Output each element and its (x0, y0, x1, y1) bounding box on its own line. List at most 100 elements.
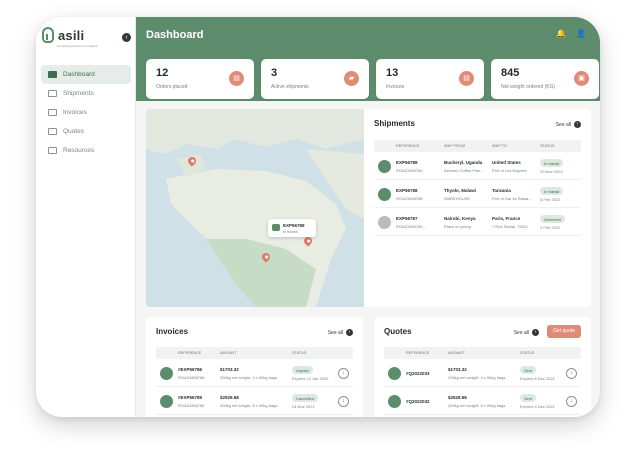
download-icon[interactable]: ↓ (566, 368, 577, 379)
shipments-see-all-link[interactable]: See all › (556, 121, 581, 128)
status-date: Expires 6 Dec 2021 (520, 376, 555, 381)
sidebar-item-resources[interactable]: Resources (41, 141, 131, 160)
sidebar-item-dashboard[interactable]: Dashboard (41, 65, 131, 84)
shipments-map[interactable]: EXP56789 In transit (146, 109, 364, 307)
table-row[interactable]: #Q2022032 $2929.58 400kg net weight, 8 x… (384, 389, 581, 415)
invoices-title: Invoices (156, 327, 189, 336)
ship-to: Paris, France (492, 216, 521, 221)
status-date: 24 Nov 2021 (292, 404, 315, 409)
status-date: 2 Feb 2022 (540, 225, 561, 230)
column-header: STATUS (520, 351, 535, 355)
invoices-panel: Invoices See all › REFERENCE AMOUNT STAT… (146, 317, 363, 417)
invoice-icon: ▤ (459, 71, 474, 86)
quote-detail: 235kg net weight, 4 x 50kg bags (448, 375, 506, 380)
invoice-detail: 400kg net weight, 8 x 50kg bags (220, 403, 278, 408)
column-header: STATUS (292, 351, 307, 355)
stat-card-shipments: 3 Active shipments ▰ (261, 59, 369, 99)
stat-card-orders: 12 Orders placed ▤ (146, 59, 254, 99)
coffee-icon (388, 395, 401, 408)
collapse-sidebar-button[interactable]: ‹ (122, 33, 131, 42)
status-date: 20 Nov 2022 (540, 169, 563, 174)
stat-value: 3 (271, 67, 278, 79)
status-badge: Sent (520, 366, 537, 374)
shipment-subref: ROA23456789... (396, 224, 426, 229)
sidebar-nav: Dashboard Shipments Invoices Quotes Reso… (41, 65, 131, 160)
sidebar-item-label: Dashboard (63, 71, 95, 78)
status-badge: In transit (540, 187, 564, 195)
app-name: asili (58, 27, 85, 43)
user-icon[interactable]: 👤 (576, 29, 586, 38)
sidebar-item-shipments[interactable]: Shipments (41, 84, 131, 103)
shipment-reference: EXP56787 (396, 216, 418, 221)
truck-icon: ▰ (344, 71, 359, 86)
column-header: SHIP TO (492, 144, 507, 148)
popup-status: In transit (283, 230, 298, 234)
ship-from-detail: Ashineo Coffee Plan... (444, 168, 484, 173)
status-badge: Sent (520, 394, 537, 402)
stat-label: Invoices (386, 84, 405, 90)
stat-label: Orders placed (156, 84, 188, 90)
arrow-right-icon: › (574, 121, 581, 128)
quote-reference: #Q2022032 (406, 399, 430, 404)
produce-icon (378, 216, 391, 229)
status-date: Expires 4 Dec 2021 (520, 404, 555, 409)
column-header: REFERENCE (396, 144, 420, 148)
table-row[interactable]: #Q2022033 $1703.32 235kg net weight, 4 x… (384, 361, 581, 387)
table-row[interactable]: EXP56788 ROA23456788 Thyolo, Malawi WARE… (374, 182, 581, 208)
shipments-table-header: REFERENCE SHIP FROM SHIP TO STATUS (374, 140, 581, 152)
table-row[interactable]: #EXP56785 ROA23456789 $2929.58 400kg net… (156, 389, 353, 415)
tea-icon (378, 188, 391, 201)
status-badge: Delivered (540, 215, 565, 223)
ship-to-detail: Port of Dar es Salaa... (492, 196, 532, 201)
shipment-subref: ROA23456789 (396, 168, 423, 173)
download-icon[interactable]: ↓ (338, 396, 349, 407)
shipment-reference: EXP56788 (396, 188, 418, 193)
shipment-reference: EXP56789 (396, 160, 418, 165)
table-row[interactable]: EXP56789 ROA23456789 Bucheryl, Uganda As… (374, 154, 581, 180)
arrow-right-icon: › (346, 329, 353, 336)
column-header: AMOUNT (448, 351, 465, 355)
get-quote-button[interactable]: Get quote (547, 325, 581, 338)
table-row[interactable]: #EXP56786 ROA23456788 $1703.32 300kg net… (156, 361, 353, 387)
table-row[interactable]: EXP56787 ROA23456789... Nairobi, Kenya P… (374, 210, 581, 236)
stat-label: Net weight ordered (KG) (501, 84, 556, 90)
column-header: REFERENCE (178, 351, 202, 355)
status-date: Expires 12 Jan 2022 (292, 376, 329, 381)
sidebar-item-label: Quotes (63, 128, 84, 135)
status-badge: In transit (540, 159, 564, 167)
invoice-amount: $1703.32 (220, 367, 239, 372)
bell-icon[interactable]: 🔔 (556, 29, 566, 38)
sidebar-item-label: Shipments (63, 90, 94, 97)
see-all-label: See all (555, 121, 571, 128)
map-popup: EXP56789 In transit (268, 219, 316, 237)
stats-row: 12 Orders placed ▤ 3 Active shipments ▰ … (146, 59, 599, 99)
download-icon[interactable]: ↓ (338, 368, 349, 379)
sidebar-item-invoices[interactable]: Invoices (41, 103, 131, 122)
stat-value: 13 (386, 67, 399, 79)
map-graphic (146, 109, 364, 307)
ship-to: Tanzania (492, 188, 511, 193)
home-icon (48, 71, 57, 78)
column-header: AMOUNT (220, 351, 237, 355)
see-all-label: See all (327, 329, 343, 336)
coffee-icon (378, 160, 391, 173)
download-icon[interactable]: ↓ (566, 396, 577, 407)
quote-amount: $1703.32 (448, 367, 467, 372)
invoices-see-all-link[interactable]: See all › (328, 329, 353, 336)
folder-icon (48, 147, 57, 154)
box-icon: ▣ (574, 71, 589, 86)
logo: asili (42, 27, 84, 43)
quotes-panel: Quotes See all › Get quote REFERENCE AMO… (374, 317, 591, 417)
orders-icon: ▤ (229, 71, 244, 86)
quotes-see-all-link[interactable]: See all › (514, 329, 539, 336)
quotes-table-header: REFERENCE AMOUNT STATUS (384, 347, 581, 359)
ship-from: Thyolo, Malawi (444, 188, 477, 193)
app-window: asili connecting farmers to markets ‹ Da… (36, 17, 600, 417)
status-badge: Unpaid (292, 366, 313, 374)
header-icons: 🔔 👤 (556, 29, 586, 38)
invoice-amount: $2929.58 (220, 395, 239, 400)
status-date: 6 Feb 2022 (540, 197, 561, 202)
sidebar-item-quotes[interactable]: Quotes (41, 122, 131, 141)
status-badge: Cancelled (292, 394, 318, 402)
sidebar-item-label: Invoices (63, 109, 87, 116)
